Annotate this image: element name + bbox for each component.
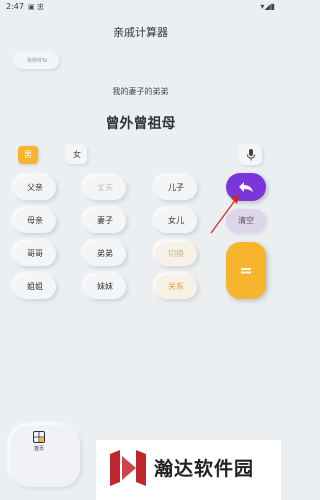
undo-arrow-icon xyxy=(239,182,253,192)
key-relation[interactable]: 关系 xyxy=(155,275,197,299)
calculator-icon xyxy=(33,431,45,443)
key-switch[interactable]: 切换 xyxy=(155,242,197,266)
key-husband[interactable]: 丈夫 xyxy=(84,176,126,200)
key-son[interactable]: 儿子 xyxy=(155,176,197,200)
key-elder-brother[interactable]: 哥哥 xyxy=(14,242,56,266)
backspace-button[interactable] xyxy=(226,173,266,201)
equals-button[interactable]: = xyxy=(226,242,266,299)
relation-chain-text: 我的妻子的弟弟 xyxy=(112,87,169,96)
clear-button[interactable]: 清空 xyxy=(226,209,266,233)
result-text: 曾外曾祖母 xyxy=(105,116,176,132)
status-time: 2:47 xyxy=(6,2,24,11)
status-bar: 2:47 ▣ 忠 ▾◢▮ xyxy=(0,0,281,14)
key-elder-sister[interactable]: 姐姐 xyxy=(14,275,56,299)
microphone-icon xyxy=(247,149,255,161)
key-mother[interactable]: 母亲 xyxy=(14,209,56,233)
gender-female-button[interactable]: 女 xyxy=(67,146,87,164)
key-father[interactable]: 父亲 xyxy=(14,176,56,200)
key-younger-sister[interactable]: 妹妹 xyxy=(84,275,126,299)
nav-home-label: 首页 xyxy=(33,446,44,452)
watermark-text: 瀚达软件园 xyxy=(154,458,255,480)
nav-home[interactable]: 首页 xyxy=(28,431,50,452)
key-daughter[interactable]: 女儿 xyxy=(155,209,197,233)
watermark: 瀚达软件园 xyxy=(96,440,281,500)
page-title: 亲戚计算器 xyxy=(113,26,168,39)
key-younger-brother[interactable]: 弟弟 xyxy=(84,242,126,266)
microphone-button[interactable] xyxy=(240,145,262,165)
key-wife[interactable]: 妻子 xyxy=(84,209,126,233)
ask-button[interactable]: 我称呼Ta xyxy=(15,53,59,69)
notification-icons: ▣ 忠 xyxy=(28,3,44,11)
system-status-icons: ▾◢▮ xyxy=(260,2,275,11)
gender-male-button[interactable]: 男 xyxy=(18,146,38,164)
watermark-logo-icon xyxy=(110,450,146,486)
bottom-nav: 首页 xyxy=(10,425,80,487)
